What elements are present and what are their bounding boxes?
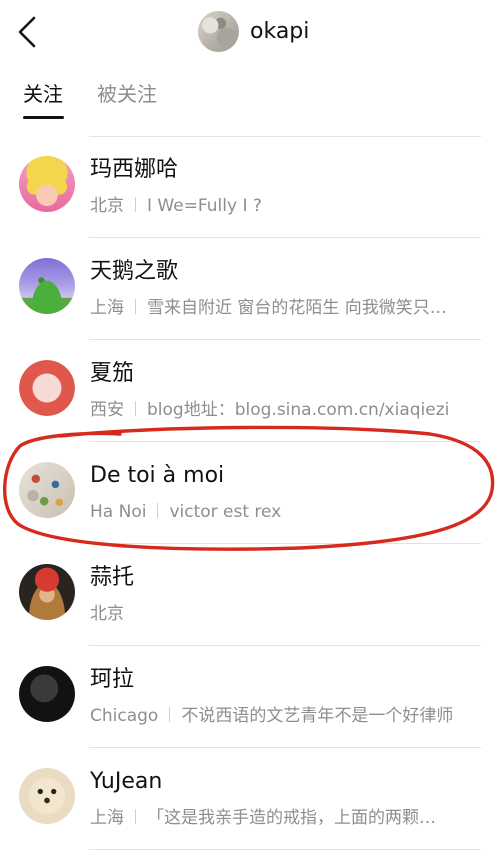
separator — [157, 503, 159, 518]
user-name: 蒜托 — [90, 565, 135, 590]
user-name: YuJean — [90, 769, 163, 794]
user-meta: 上海 雪来自附近 窗台的花陌生 向我微笑只… — [90, 296, 485, 320]
avatar[interactable] — [19, 462, 75, 518]
user-meta: 北京 I We=Fully I ? — [90, 194, 485, 218]
tab-followers[interactable]: 被关注 — [97, 81, 157, 107]
list-item[interactable]: YuJean 上海 「这是我亲手造的戒指，上面的两颗… — [0, 748, 500, 850]
separator — [135, 299, 136, 314]
avatar[interactable] — [19, 768, 75, 824]
user-meta: Ha Noi victor est rex — [90, 500, 485, 524]
user-meta: 西安 blog地址：blog.sina.com.cn/xiaqiezi — [90, 398, 485, 422]
user-city: 北京 — [90, 604, 124, 624]
separator — [135, 197, 136, 212]
user-city: 西安 — [90, 400, 124, 420]
tab-following[interactable]: 关注 — [23, 81, 63, 107]
active-tab-indicator — [23, 116, 64, 119]
user-name: De toi à moi — [90, 463, 225, 488]
avatar[interactable] — [19, 360, 75, 416]
list-item[interactable]: 天鹅之歌 上海 雪来自附近 窗台的花陌生 向我微笑只… — [0, 238, 500, 340]
user-city: 上海 — [90, 298, 124, 318]
avatar[interactable] — [19, 156, 75, 212]
separator — [135, 809, 136, 824]
list-item[interactable]: De toi à moi Ha Noi victor est rex — [0, 442, 500, 544]
user-bio: blog地址：blog.sina.com.cn/xiaqiezi — [147, 400, 450, 420]
avatar[interactable] — [19, 564, 75, 620]
user-bio: I We=Fully I ? — [147, 196, 262, 216]
avatar[interactable] — [19, 666, 75, 722]
user-bio: victor est rex — [169, 502, 282, 522]
user-bio: 「这是我亲手造的戒指，上面的两颗… — [147, 808, 436, 828]
user-name: 玛西娜哈 — [90, 157, 179, 182]
chevron-left-icon — [18, 16, 36, 48]
avatar[interactable] — [19, 258, 75, 314]
back-button[interactable] — [14, 14, 44, 50]
list-item[interactable]: 珂拉 Chicago 不说西语的文艺青年不是一个好律师 — [0, 646, 500, 748]
user-city: Chicago — [90, 706, 159, 726]
top-bar: okapi — [0, 0, 500, 64]
profile-avatar[interactable] — [198, 11, 239, 52]
user-meta: 上海 「这是我亲手造的戒指，上面的两颗… — [90, 806, 485, 830]
user-city: Ha Noi — [90, 502, 147, 522]
user-meta: 北京 — [90, 602, 485, 626]
list-item[interactable]: 玛西娜哈 北京 I We=Fully I ? — [0, 136, 500, 238]
profile-name: okapi — [250, 19, 310, 44]
list-item[interactable]: 夏笳 西安 blog地址：blog.sina.com.cn/xiaqiezi — [0, 340, 500, 442]
user-bio: 雪来自附近 窗台的花陌生 向我微笑只… — [147, 298, 447, 318]
user-name: 珂拉 — [90, 667, 135, 692]
list-item[interactable]: 蒜托 北京 — [0, 544, 500, 646]
separator — [169, 707, 171, 722]
tab-bar: 关注 被关注 — [0, 74, 500, 120]
user-city: 北京 — [90, 196, 124, 216]
user-name: 夏笳 — [90, 361, 135, 386]
user-city: 上海 — [90, 808, 124, 828]
separator — [135, 401, 136, 416]
user-bio: 不说西语的文艺青年不是一个好律师 — [181, 706, 454, 726]
divider — [89, 849, 481, 850]
user-name: 天鹅之歌 — [90, 259, 179, 284]
user-meta: Chicago 不说西语的文艺青年不是一个好律师 — [90, 704, 485, 728]
